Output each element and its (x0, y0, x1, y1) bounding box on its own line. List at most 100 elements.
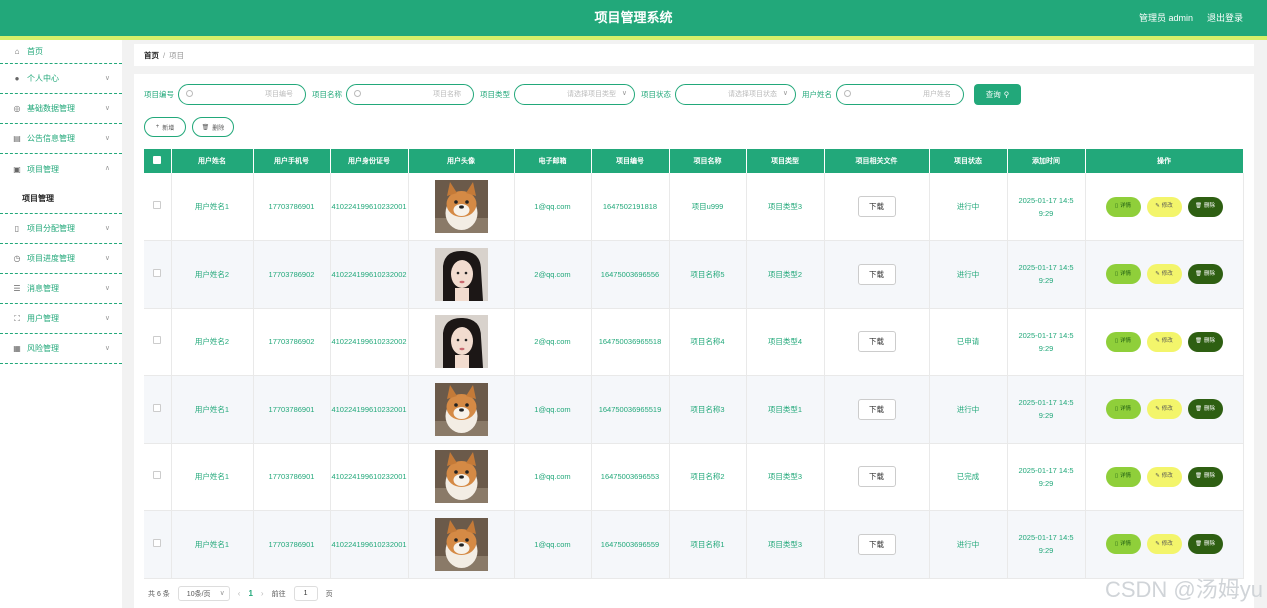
query-button[interactable]: 查询 ⚲ (974, 83, 1021, 105)
sidebar: ⌂ 首页 ● 个人中心 ∨ ◎ 基础数据管理 ∨ ▤ 公告信息管理 ∨ ▣ 项目… (0, 40, 122, 608)
delete-label: 删除 (1203, 338, 1215, 345)
database-icon: ▤ (13, 134, 21, 143)
delete-button[interactable]: 🗑 删除 (1187, 534, 1223, 555)
download-button[interactable]: 下载 (857, 263, 896, 285)
delete-button[interactable]: 🗑 删除 (1187, 399, 1223, 420)
trash-icon: 🗑 (1195, 338, 1202, 345)
cell-file: 下载 (824, 510, 930, 579)
edit-button[interactable]: ✎ 修改 (1146, 466, 1182, 487)
download-button[interactable]: 下载 (857, 331, 896, 353)
download-button[interactable]: 下载 (857, 533, 896, 555)
row-checkbox[interactable] (144, 240, 172, 309)
logout-link[interactable]: 退出登录 (1207, 0, 1243, 36)
cell-email: 1@qq.com (514, 173, 592, 241)
download-button[interactable]: 下载 (857, 466, 896, 488)
select-all-checkbox[interactable] (144, 149, 172, 173)
sidebar-item-users[interactable]: ⛶ 用户管理 ∨ (0, 304, 122, 334)
project-type-select[interactable]: 请选择项目类型 ∨ (514, 83, 635, 105)
sidebar-item-home[interactable]: ⌂ 首页 (0, 40, 122, 64)
edit-button[interactable]: ✎ 修改 (1146, 331, 1182, 352)
sidebar-item-label: 公告信息管理 (27, 134, 75, 143)
delete-button[interactable]: 🗑 删除 (1187, 196, 1223, 217)
download-button[interactable]: 下载 (857, 398, 896, 420)
project-name-label: 项目名称 (312, 89, 342, 99)
cell-avatar (408, 308, 515, 376)
user-label[interactable]: 管理员 admin (1139, 0, 1193, 36)
column-header: 添加时间 (1007, 149, 1086, 173)
detail-button[interactable]: ▯ 详情 (1105, 196, 1141, 217)
column-header: 项目相关文件 (824, 149, 930, 173)
cell-file: 下载 (824, 375, 930, 444)
breadcrumb-area: 首页 / 项目 (134, 44, 1254, 66)
cell-id-card: 410224199610232001 (330, 510, 409, 579)
content-panel: 项目编号 项目编号 项目名称 项目名称 项目类型 请选择项目类型 ∨ 项目状态 … (134, 74, 1254, 608)
table-row: 用户姓名2 17703786902 410224199610232002 2@qq.c… (144, 240, 1244, 309)
breadcrumb-home[interactable]: 首页 (144, 50, 159, 61)
project-no-input[interactable]: 项目编号 (178, 83, 306, 105)
edit-label: 修改 (1161, 270, 1173, 277)
user-name-input[interactable]: 用户姓名 (836, 83, 964, 105)
sidebar-item-label: 风险管理 (27, 344, 59, 353)
cell-status: 进行中 (929, 510, 1008, 579)
cell-id-card: 410224199610232002 (330, 240, 409, 309)
sidebar-item-announcements[interactable]: ▤ 公告信息管理 ∨ (0, 124, 122, 154)
cell-project-type: 项目类型3 (746, 173, 825, 241)
cell-project-no: 164750036965519 (591, 375, 670, 444)
add-label: 新增 (162, 125, 175, 132)
sidebar-item-progress[interactable]: ◷ 项目进度管理 ∨ (0, 244, 122, 274)
detail-button[interactable]: ▯ 详情 (1105, 534, 1141, 555)
edit-button[interactable]: ✎ 修改 (1146, 534, 1182, 555)
chevron-up-icon: ∧ (104, 165, 110, 172)
trash-icon: 🗑 (1195, 203, 1202, 209)
project-name-placeholder: 项目名称 (433, 91, 461, 98)
edit-icon: ✎ (1155, 405, 1160, 412)
download-button[interactable]: 下载 (857, 196, 896, 217)
delete-button[interactable]: 🗑 删除 (1187, 466, 1223, 487)
chevron-down-icon: ∨ (782, 89, 788, 97)
sidebar-subitem-project-management[interactable]: 项目管理 (0, 184, 122, 214)
sidebar-item-basic-data[interactable]: ◎ 基础数据管理 ∨ (0, 94, 122, 124)
sidebar-item-label: 项目进度管理 (27, 254, 75, 263)
breadcrumb: 首页 / 项目 (134, 44, 1254, 66)
edit-button[interactable]: ✎ 修改 (1146, 264, 1182, 285)
project-status-select[interactable]: 请选择项目状态 ∨ (675, 83, 796, 105)
sidebar-item-messages[interactable]: ☰ 消息管理 ∨ (0, 274, 122, 304)
list-icon: ☰ (13, 284, 21, 293)
next-page-button[interactable]: › (261, 589, 264, 598)
sidebar-item-label: 个人中心 (27, 74, 59, 83)
sidebar-item-profile[interactable]: ● 个人中心 ∨ (0, 64, 122, 94)
page-number[interactable]: 1 (248, 589, 252, 598)
bulk-delete-button[interactable]: 🗑 删除 (192, 117, 234, 137)
delete-button[interactable]: 🗑 删除 (1187, 264, 1223, 285)
detail-button[interactable]: ▯ 详情 (1105, 331, 1141, 352)
goto-page-input[interactable]: 1 (293, 586, 318, 601)
detail-button[interactable]: ▯ 详情 (1105, 399, 1141, 420)
row-checkbox[interactable] (144, 443, 172, 511)
detail-button[interactable]: ▯ 详情 (1105, 466, 1141, 487)
sidebar-item-risk[interactable]: ▦ 风险管理 ∨ (0, 334, 122, 364)
row-checkbox[interactable] (144, 510, 172, 579)
cell-user-name: 用户姓名1 (171, 443, 254, 511)
edit-button[interactable]: ✎ 修改 (1146, 196, 1182, 217)
prev-page-button[interactable]: ‹ (238, 589, 241, 598)
chevron-down-icon: ∨ (104, 285, 110, 292)
sidebar-item-projects[interactable]: ▣ 项目管理 ∧ (0, 154, 122, 184)
row-checkbox[interactable] (144, 375, 172, 444)
cell-time: 2025-01-17 14:59:29 (1007, 510, 1086, 579)
column-header: 项目状态 (929, 149, 1008, 173)
page-size-select[interactable]: 10条/页 ∨ (177, 586, 230, 601)
cell-operations: ▯ 详情 ✎ 修改 🗑 删除 (1085, 173, 1244, 241)
edit-button[interactable]: ✎ 修改 (1146, 399, 1182, 420)
edit-label: 修改 (1161, 405, 1173, 412)
cell-project-no: 16475003696556 (591, 240, 670, 309)
row-checkbox[interactable] (144, 173, 172, 241)
row-checkbox[interactable] (144, 308, 172, 376)
add-button[interactable]: + 新增 (144, 117, 186, 137)
project-name-input[interactable]: 项目名称 (346, 83, 474, 105)
page-size-value: 10条/页 (186, 590, 211, 598)
sidebar-item-assignment[interactable]: ▯ 项目分配管理 ∨ (0, 214, 122, 244)
detail-button[interactable]: ▯ 详情 (1105, 264, 1141, 285)
avatar (434, 315, 488, 369)
delete-button[interactable]: 🗑 删除 (1187, 331, 1223, 352)
cell-user-name: 用户姓名2 (171, 308, 254, 376)
